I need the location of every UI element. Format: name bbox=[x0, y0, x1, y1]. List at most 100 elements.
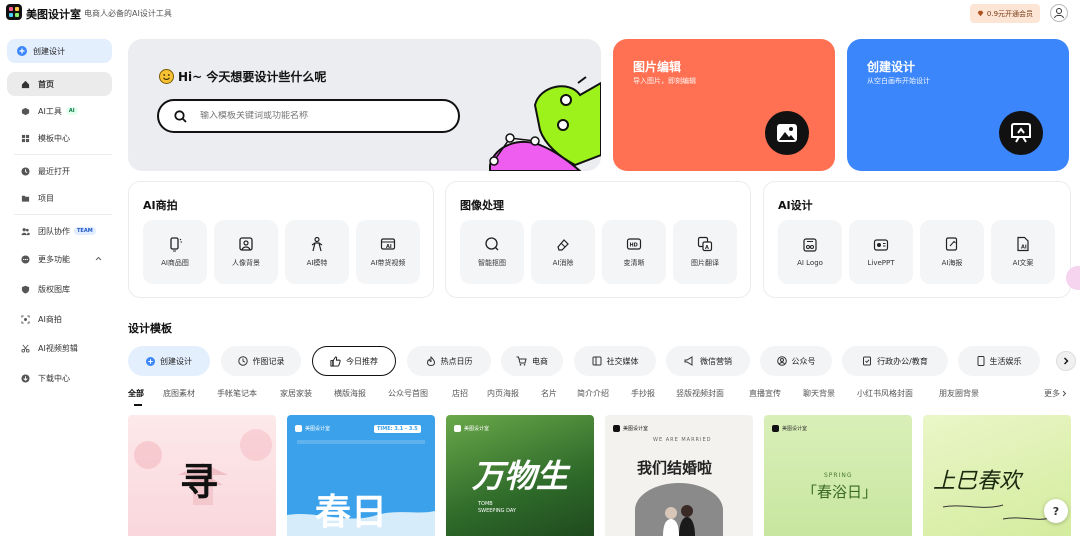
tool-erase[interactable]: AI消除 bbox=[531, 220, 595, 284]
tool-ai-copy[interactable]: AI AI文案 bbox=[991, 220, 1055, 284]
template-thumb[interactable]: 美图设计室 万物生 TOMB SWEEPING DAY bbox=[446, 415, 594, 536]
hero-banner: Hi~ 今天想要设计些什么呢 bbox=[128, 39, 601, 171]
sidebar-item-recent[interactable]: 最近打开 bbox=[7, 159, 112, 183]
template-thumb[interactable]: 美图设计室 SPRING 「春浴日」 bbox=[764, 415, 912, 536]
sidebar-create-label: 创建设计 bbox=[33, 46, 65, 56]
tool-ai-logo[interactable]: AI Logo bbox=[778, 220, 842, 284]
cat-tab[interactable]: 简介介绍 bbox=[577, 388, 609, 399]
cat-tab[interactable]: 公众号首图 bbox=[388, 388, 428, 399]
chevron-up-icon[interactable] bbox=[95, 256, 102, 261]
scissors-icon bbox=[21, 344, 30, 353]
chevron-right-icon bbox=[1064, 357, 1069, 365]
sidebar-item-more[interactable]: 更多功能 bbox=[7, 247, 112, 271]
thumb-title: 「春浴日」 bbox=[802, 483, 878, 501]
account-icon bbox=[776, 356, 787, 366]
pill-hot-calendar[interactable]: 热点日历 bbox=[407, 346, 491, 376]
app-logo[interactable] bbox=[6, 4, 22, 20]
clock-icon bbox=[21, 166, 30, 176]
template-thumb[interactable]: 寻 bbox=[128, 415, 276, 536]
create-design-card[interactable]: 创建设计 从空白画布开始设计 bbox=[847, 39, 1069, 171]
sidebar-item-label: 更多功能 bbox=[38, 254, 70, 264]
cat-tab[interactable]: 手抄报 bbox=[631, 388, 655, 399]
svg-text:HD: HD bbox=[630, 243, 638, 249]
scan-icon bbox=[21, 314, 30, 324]
tool-translate[interactable]: A 图片翻译 bbox=[673, 220, 737, 284]
panel-title: AI商拍 bbox=[143, 199, 178, 212]
cat-tab[interactable]: 名片 bbox=[541, 388, 557, 399]
templates-section-title: 设计模板 bbox=[128, 322, 172, 335]
image-edit-card[interactable]: 图片编辑 导入图片，即刻编辑 bbox=[613, 39, 835, 171]
search-box[interactable] bbox=[157, 99, 460, 133]
cat-tab[interactable]: 朋友圈背景 bbox=[939, 388, 979, 399]
tool-ai-video[interactable]: AI AI带货视频 bbox=[356, 220, 420, 284]
cat-tab[interactable]: 店招 bbox=[452, 388, 468, 399]
cat-tab[interactable]: 手帐笔记本 bbox=[217, 388, 257, 399]
tool-cutout[interactable]: 智能抠图 bbox=[460, 220, 524, 284]
cat-tab[interactable]: 家居家装 bbox=[280, 388, 312, 399]
pill-label: 今日推荐 bbox=[346, 356, 378, 366]
brand-name[interactable]: 美图设计室 bbox=[26, 6, 81, 22]
cat-tab[interactable]: 竖版视频封面 bbox=[676, 388, 724, 399]
sidebar-item-label: AI工具 bbox=[38, 106, 62, 116]
pill-wechat-marketing[interactable]: 微信营销 bbox=[666, 346, 750, 376]
tool-ai-product[interactable]: AI商品图 bbox=[143, 220, 207, 284]
pill-ecommerce[interactable]: 电商 bbox=[501, 346, 563, 376]
pill-lifestyle[interactable]: 生活娱乐 bbox=[958, 346, 1040, 376]
pill-today-pick[interactable]: 今日推荐 bbox=[312, 346, 396, 376]
thumb-title: 春日 bbox=[315, 491, 388, 533]
logo-icon bbox=[803, 238, 817, 252]
pill-social-media[interactable]: 社交媒体 bbox=[574, 346, 656, 376]
tool-ai-poster[interactable]: AI海报 bbox=[920, 220, 984, 284]
vip-button[interactable]: 0.9元开通会员 bbox=[970, 4, 1040, 23]
cat-tab[interactable]: 内页海报 bbox=[487, 388, 519, 399]
couple-photo bbox=[635, 483, 723, 536]
home-icon bbox=[21, 80, 30, 88]
template-thumb[interactable]: 美图设计室 WE ARE MARRIED 我们结婚啦 bbox=[605, 415, 753, 536]
pill-history[interactable]: 作图记录 bbox=[221, 346, 301, 376]
cat-more-button[interactable]: 更多 bbox=[1044, 388, 1067, 399]
cat-tab[interactable]: 横版海报 bbox=[334, 388, 366, 399]
cat-tab-all[interactable]: 全部 bbox=[128, 388, 144, 399]
search-input[interactable] bbox=[200, 111, 430, 121]
sidebar-item-video-edit[interactable]: AI视频剪辑 bbox=[7, 336, 112, 360]
sidebar-item-label: 首页 bbox=[38, 79, 54, 89]
sidebar-item-label: 模板中心 bbox=[38, 133, 70, 143]
card-title: 创建设计 bbox=[867, 60, 916, 74]
cart-icon bbox=[516, 356, 527, 366]
sidebar-item-downloads[interactable]: 下载中心 bbox=[7, 366, 112, 390]
cat-tab[interactable]: 底图素材 bbox=[163, 388, 195, 399]
pill-label: 热点日历 bbox=[440, 356, 473, 366]
help-button[interactable]: ? bbox=[1044, 499, 1068, 523]
tool-portrait-bg[interactable]: 人像背景 bbox=[214, 220, 278, 284]
ai-video-icon: AI bbox=[380, 238, 396, 250]
eraser-icon bbox=[557, 239, 569, 251]
sidebar-item-templates[interactable]: 模板中心 bbox=[7, 126, 112, 150]
tool-ai-model[interactable]: AI模特 bbox=[285, 220, 349, 284]
template-category-tabs: 全部 底图素材 手帐笔记本 家居家装 横版海报 公众号首图 店招 内页海报 名片… bbox=[128, 388, 1078, 408]
ai-design-panel: AI设计 AI Logo LivePPT AI海报 AI AI文案 bbox=[763, 181, 1071, 298]
pills-next-button[interactable] bbox=[1056, 351, 1076, 371]
cat-tab[interactable]: 直播宣传 bbox=[749, 388, 781, 399]
sidebar-item-projects[interactable]: 项目 bbox=[7, 186, 112, 210]
sidebar-item-stock[interactable]: 版权图库 bbox=[7, 277, 112, 301]
sidebar-item-label: 下载中心 bbox=[38, 373, 70, 383]
tool-enhance[interactable]: HD 变清晰 bbox=[602, 220, 666, 284]
pill-create-design[interactable]: 创建设计 bbox=[128, 346, 210, 376]
cat-tab[interactable]: 小红书风格封面 bbox=[857, 388, 913, 399]
tool-liveppt[interactable]: LivePPT bbox=[849, 220, 913, 284]
tool-label: 智能抠图 bbox=[478, 259, 506, 267]
thumb-title: 寻 bbox=[180, 459, 219, 504]
sidebar-item-ai-tools[interactable]: AI工具 AI bbox=[7, 99, 112, 123]
hero-illustration bbox=[489, 76, 601, 171]
sidebar-item-label: 版权图库 bbox=[38, 284, 70, 294]
sidebar-item-ai-shoot[interactable]: AI商拍 bbox=[7, 307, 112, 331]
user-icon bbox=[1054, 8, 1064, 19]
sidebar-create-button[interactable]: 创建设计 bbox=[7, 39, 112, 63]
sidebar-item-home[interactable]: 首页 bbox=[7, 72, 112, 96]
cat-tab[interactable]: 聊天背景 bbox=[803, 388, 835, 399]
pill-office-education[interactable]: 行政办公/教育 bbox=[842, 346, 948, 376]
template-thumb[interactable]: 美图设计室 TIME: 3.1 - 3.5 春日 bbox=[287, 415, 435, 536]
user-avatar[interactable] bbox=[1050, 4, 1068, 22]
pill-official-account[interactable]: 公众号 bbox=[760, 346, 832, 376]
sidebar-item-team[interactable]: 团队协作 TEAM bbox=[7, 219, 112, 243]
